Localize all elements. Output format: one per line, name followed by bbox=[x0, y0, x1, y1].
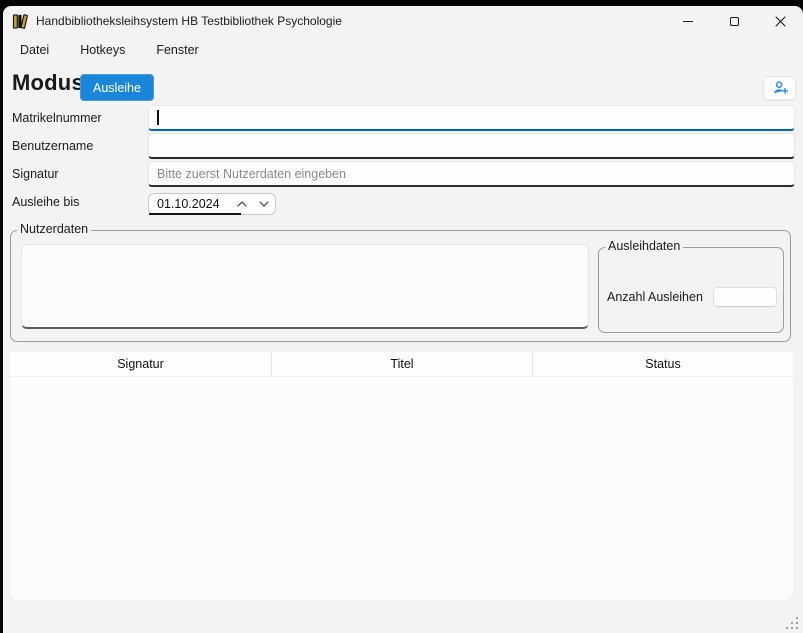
window-title: Handbibliotheksleihsystem HB Testbibliot… bbox=[36, 14, 342, 28]
resize-grip[interactable] bbox=[786, 617, 798, 629]
signatur-label: Signatur bbox=[12, 161, 59, 187]
nutzerdaten-groupbox: Nutzerdaten Ausleihdaten Anzahl Ausleihe… bbox=[10, 230, 791, 342]
close-icon bbox=[775, 16, 786, 27]
mode-heading: Modus bbox=[12, 70, 84, 96]
ausleihe-bis-label: Ausleihe bis bbox=[12, 191, 79, 213]
anzahl-ausleihen-input[interactable] bbox=[713, 287, 777, 307]
benutzername-input[interactable] bbox=[148, 133, 795, 159]
window-controls bbox=[665, 6, 803, 36]
person-add-icon bbox=[771, 79, 789, 97]
date-decrement-button[interactable] bbox=[253, 194, 275, 214]
menu-bar: Datei Hotkeys Fenster bbox=[3, 36, 803, 64]
signatur-input[interactable] bbox=[148, 161, 795, 187]
ausleihdaten-groupbox: Ausleihdaten Anzahl Ausleihen bbox=[598, 247, 784, 333]
column-header-titel[interactable]: Titel bbox=[272, 352, 533, 376]
ausleihe-bis-value[interactable]: 01.10.2024 bbox=[149, 197, 220, 211]
chevron-up-icon bbox=[237, 201, 247, 207]
menu-item-hotkeys[interactable]: Hotkeys bbox=[78, 40, 127, 60]
minimize-icon bbox=[683, 21, 693, 22]
benutzername-label: Benutzername bbox=[12, 133, 93, 159]
title-bar[interactable]: Handbibliotheksleihsystem HB Testbibliot… bbox=[3, 6, 803, 36]
anzahl-ausleihen-label: Anzahl Ausleihen bbox=[607, 290, 703, 304]
date-underline bbox=[149, 213, 241, 215]
column-header-status[interactable]: Status bbox=[533, 352, 793, 376]
app-logo-books-icon bbox=[12, 13, 29, 30]
maximize-button[interactable] bbox=[711, 6, 757, 36]
table-body-empty bbox=[10, 377, 793, 600]
add-user-button[interactable] bbox=[763, 76, 796, 100]
date-increment-button[interactable] bbox=[232, 194, 254, 214]
menu-item-fenster[interactable]: Fenster bbox=[154, 40, 200, 60]
text-cursor bbox=[157, 110, 159, 125]
anzahl-ausleihen-row: Anzahl Ausleihen bbox=[607, 285, 777, 309]
menu-item-datei[interactable]: Datei bbox=[18, 40, 51, 60]
maximize-icon bbox=[730, 17, 739, 26]
nutzerdaten-textarea[interactable] bbox=[21, 244, 589, 329]
nutzerdaten-legend: Nutzerdaten bbox=[17, 222, 91, 236]
table-header-row: Signatur Titel Status bbox=[10, 352, 793, 377]
close-button[interactable] bbox=[757, 6, 803, 36]
matrikelnummer-input[interactable] bbox=[148, 105, 795, 131]
ausleihe-bis-datefield[interactable]: 01.10.2024 bbox=[148, 193, 276, 215]
column-header-signatur[interactable]: Signatur bbox=[10, 352, 272, 376]
chevron-down-icon bbox=[259, 201, 269, 207]
matrikelnummer-label: Matrikelnummer bbox=[12, 105, 102, 131]
ausleihe-mode-button[interactable]: Ausleihe bbox=[80, 74, 154, 101]
ausleihdaten-legend: Ausleihdaten bbox=[605, 239, 683, 253]
loans-table: Signatur Titel Status bbox=[10, 352, 793, 600]
desktop-background: Handbibliotheksleihsystem HB Testbibliot… bbox=[0, 0, 803, 633]
app-window: Handbibliotheksleihsystem HB Testbibliot… bbox=[3, 6, 803, 633]
minimize-button[interactable] bbox=[665, 6, 711, 36]
